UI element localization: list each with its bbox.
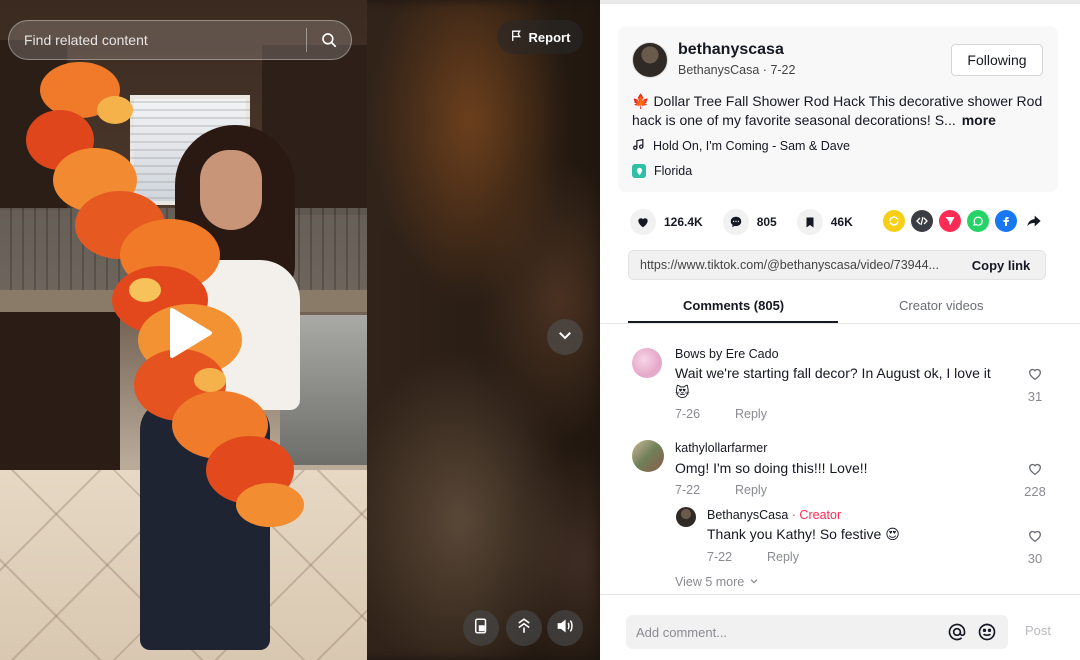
avatar[interactable] — [676, 507, 696, 527]
comment-username[interactable]: Bows by Ere Cado — [675, 347, 779, 361]
chevron-down-icon — [556, 326, 574, 349]
location-link[interactable]: Florida — [632, 164, 692, 178]
comment-like-count: 228 — [1024, 484, 1046, 499]
repost-icon[interactable] — [883, 210, 905, 232]
bookmark-icon — [796, 209, 823, 235]
volume-icon — [556, 617, 574, 640]
volume-button[interactable] — [547, 610, 583, 646]
avatar[interactable] — [632, 42, 668, 78]
post-button[interactable]: Post — [1025, 623, 1051, 638]
details-panel: bethanyscasa BethanysCasa · 7-22 Followi… — [600, 0, 1080, 660]
tab-comments[interactable]: Comments (805) — [683, 298, 784, 313]
comment-composer: Post — [600, 594, 1080, 660]
comment-like-count: 30 — [1027, 551, 1043, 566]
reply-button[interactable]: Reply — [767, 550, 799, 564]
comment-text: Omg! I'm so doing this!!! Love!! — [675, 460, 868, 476]
save-button[interactable]: 46K — [796, 209, 853, 235]
chevron-down-icon — [749, 575, 759, 589]
comment-like-button[interactable]: 30 — [1020, 528, 1050, 566]
embed-icon[interactable] — [911, 210, 933, 232]
location-name: Florida — [654, 164, 693, 178]
like-button[interactable]: 126.4K — [630, 209, 703, 235]
play-icon — [166, 306, 214, 365]
report-button[interactable]: Report — [497, 20, 583, 54]
creator-badge: · Creator — [791, 508, 842, 522]
post-date: 7-22 — [770, 63, 796, 77]
comment-date: 7-22 — [675, 483, 701, 497]
scene-garland — [26, 62, 304, 527]
location-pin-icon — [632, 164, 646, 178]
reply-button[interactable]: Reply — [735, 483, 767, 497]
comment-count: 805 — [756, 215, 777, 229]
tab-creator-videos[interactable]: Creator videos — [899, 298, 984, 313]
comment-emoji: 😻 — [675, 384, 690, 400]
comment-body: Wait we're starting fall decor? In Augus… — [675, 365, 991, 381]
reply-text: Thank you Kathy! So festive 😍 — [707, 526, 900, 542]
next-video-button[interactable] — [547, 319, 583, 355]
heart-outline-icon — [1027, 461, 1043, 482]
reply-username-line: BethanysCasa · Creator — [707, 508, 841, 522]
like-count: 126.4K — [664, 215, 703, 229]
maple-leaf-icon: 🍁 — [632, 93, 650, 109]
stats-row: 126.4K 805 46K — [630, 209, 873, 235]
search-bar[interactable] — [8, 20, 352, 60]
comment-like-button[interactable]: 31 — [1020, 366, 1050, 404]
autoscroll-icon — [515, 617, 533, 640]
post-description: 🍁 Dollar Tree Fall Shower Rod Hack This d… — [632, 92, 1052, 130]
avatar[interactable] — [632, 348, 662, 378]
comment-like-count: 31 — [1027, 389, 1043, 404]
search-input[interactable] — [9, 32, 306, 48]
music-title: Hold On, I'm Coming - Sam & Dave — [653, 139, 850, 153]
search-icon[interactable] — [307, 20, 351, 60]
comment-bubble-icon — [722, 209, 749, 235]
heart-outline-icon — [1027, 528, 1043, 549]
more-link[interactable]: more — [962, 112, 996, 128]
reply-button[interactable]: Reply — [735, 407, 767, 421]
view-more-label: View 5 more — [675, 575, 745, 589]
play-button[interactable] — [160, 305, 220, 365]
comment-input[interactable] — [626, 624, 942, 640]
picture-in-picture-icon — [472, 617, 490, 640]
pip-button[interactable] — [463, 610, 499, 646]
app-root: Report — [0, 0, 1080, 660]
view-more-replies[interactable]: View 5 more — [675, 575, 759, 589]
author-username[interactable]: bethanyscasa — [678, 41, 784, 59]
share-link-box: https://www.tiktok.com/@bethanyscasa/vid… — [628, 250, 1046, 280]
autoscroll-button[interactable] — [506, 610, 542, 646]
heart-outline-icon — [1027, 366, 1043, 387]
reply-username[interactable]: BethanysCasa — [707, 508, 788, 522]
following-button[interactable]: Following — [951, 44, 1043, 76]
comment-username[interactable]: kathylollarfarmer — [675, 441, 767, 455]
video-panel: Report — [0, 0, 600, 660]
comment-date: 7-26 — [675, 407, 701, 421]
emoji-icon[interactable] — [972, 615, 1002, 649]
author-meta: BethanysCasa · 7-22 — [678, 63, 795, 77]
report-label: Report — [528, 29, 571, 45]
share-row — [883, 210, 1045, 232]
share-arrow-icon[interactable] — [1023, 210, 1045, 232]
avatar[interactable] — [632, 440, 664, 472]
reply-date: 7-22 — [707, 550, 733, 564]
save-count: 46K — [830, 215, 853, 229]
whatsapp-icon[interactable] — [967, 210, 989, 232]
facebook-icon[interactable] — [995, 210, 1017, 232]
comment-input-wrap — [626, 615, 1008, 649]
active-tab-indicator — [628, 321, 838, 323]
heart-icon — [630, 209, 656, 235]
copy-link-button[interactable]: Copy link — [957, 258, 1045, 273]
comment-like-button[interactable]: 228 — [1020, 461, 1050, 499]
author-display-name: BethanysCasa — [678, 63, 760, 77]
music-note-icon — [632, 138, 645, 154]
comment-text: Wait we're starting fall decor? In Augus… — [675, 364, 1015, 402]
comments-list: Bows by Ere Cado Wait we're starting fal… — [600, 326, 1080, 594]
comment-button[interactable]: 805 — [722, 209, 777, 235]
video-url[interactable]: https://www.tiktok.com/@bethanyscasa/vid… — [629, 258, 957, 272]
music-link[interactable]: Hold On, I'm Coming - Sam & Dave — [632, 138, 850, 154]
mention-icon[interactable] — [942, 615, 972, 649]
send-to-friends-icon[interactable] — [939, 210, 961, 232]
description-card: bethanyscasa BethanysCasa · 7-22 Followi… — [618, 26, 1058, 192]
flag-icon — [510, 29, 523, 45]
tabs-bar: Comments (805) Creator videos — [600, 290, 1080, 324]
